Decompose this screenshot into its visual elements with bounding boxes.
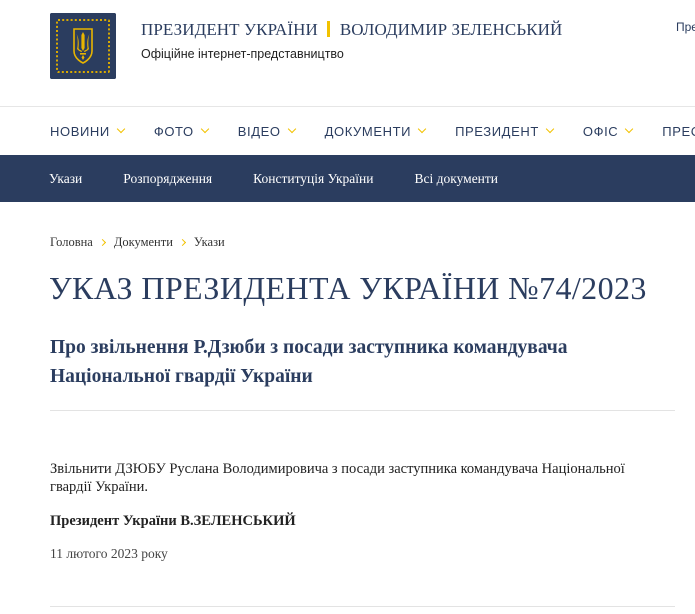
breadcrumb-decrees[interactable]: Укази (194, 235, 225, 250)
nav-item-label: НОВИНИ (50, 123, 110, 139)
nav-item-office[interactable]: ОФІС (582, 123, 634, 139)
breadcrumb-home[interactable]: Головна (50, 235, 93, 250)
divider (50, 410, 675, 411)
divider (50, 606, 675, 607)
chevron-down-icon (116, 124, 126, 134)
top-link-truncated[interactable]: През (676, 20, 695, 34)
main-navigation: НОВИНИ ФОТО ВІДЕО ДОКУМЕНТИ ПРЕЗИДЕНТ ОФ… (0, 106, 695, 155)
nav-item-video[interactable]: ВІДЕО (237, 123, 296, 139)
nav-item-label: ОФІС (582, 123, 619, 139)
site-subtitle: Офіційне інтернет-представництво (141, 47, 344, 61)
site-title-president: ПРЕЗИДЕНТ УКРАЇНИ (141, 20, 318, 39)
chevron-right-icon (178, 238, 186, 247)
subnav-item-all-documents[interactable]: Всі документи (414, 171, 498, 187)
site-title-name: ВОЛОДИМИР ЗЕЛЕНСЬКИЙ (339, 20, 563, 39)
chevron-down-icon (625, 124, 634, 134)
breadcrumb: Головна Документи Укази (50, 235, 225, 250)
nav-item-photo[interactable]: ФОТО (153, 123, 209, 139)
document-signature: Президент України В.ЗЕЛЕНСЬКИЙ (50, 513, 296, 529)
chevron-down-icon (200, 124, 209, 134)
subnav-item-orders[interactable]: Розпорядження (123, 171, 212, 187)
nav-item-label: ВІДЕО (237, 123, 281, 139)
document-subtitle: Про звільнення Р.Дзюби з посади заступни… (50, 337, 568, 387)
chevron-down-icon (417, 124, 427, 134)
subnav-item-constitution[interactable]: Конституція України (253, 171, 373, 187)
site-header: ПРЕЗИДЕНТ УКРАЇНИ ВОЛОДИМИР ЗЕЛЕНСЬКИЙ Оф… (0, 0, 695, 106)
chevron-down-icon (545, 124, 555, 134)
nav-item-press[interactable]: ПРЕС (662, 124, 695, 139)
document-date: 11 лютого 2023 року (50, 546, 168, 561)
chevron-down-icon (287, 124, 296, 134)
nav-item-documents[interactable]: ДОКУМЕНТИ (324, 123, 427, 139)
documents-subnav: Укази Розпорядження Конституція України … (0, 155, 695, 202)
nav-item-president[interactable]: ПРЕЗИДЕНТ (455, 123, 555, 139)
breadcrumb-documents[interactable]: Документи (114, 235, 173, 250)
chevron-right-icon (98, 238, 106, 247)
nav-item-label: ПРЕЗИДЕНТ (455, 123, 539, 139)
page-title: УКАЗ ПРЕЗИДЕНТА УКРАЇНИ №74/2023 (49, 270, 647, 306)
document-body: Звільнити ДЗЮБУ Руслана Володимировича з… (50, 461, 625, 495)
title-separator (326, 21, 330, 37)
nav-item-label: ПРЕС (662, 123, 695, 139)
nav-item-news[interactable]: НОВИНИ (50, 123, 126, 139)
subnav-item-decrees[interactable]: Укази (49, 171, 82, 187)
nav-item-label: ДОКУМЕНТИ (324, 123, 412, 139)
trident-emblem-icon[interactable] (50, 13, 116, 79)
nav-item-label: ФОТО (153, 123, 194, 139)
site-title[interactable]: ПРЕЗИДЕНТ УКРАЇНИ ВОЛОДИМИР ЗЕЛЕНСЬКИЙ (141, 20, 562, 40)
